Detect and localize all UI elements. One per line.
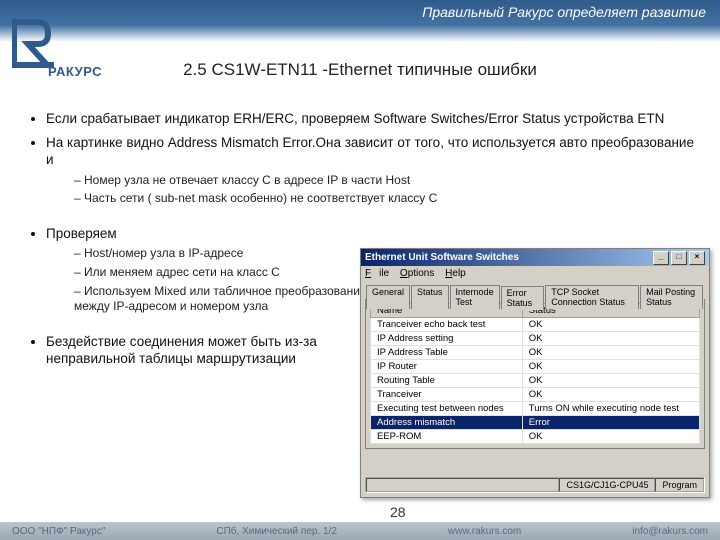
brand-text: РАКУРС [48,64,102,79]
tab-general[interactable]: General [366,285,410,309]
page-number: 28 [390,504,406,520]
table-row[interactable]: Tranceiver echo back testOK [371,318,700,332]
footer-address: СПб, Химический пер. 1/2 [216,526,337,537]
tab-mail-posting-status[interactable]: Mail Posting Status [640,285,703,309]
bullet-3: Проверяем Host/номер узла в IP-адресе Ил… [46,225,386,315]
dialog-menubar: File Options Help [361,266,709,281]
tab-panel: GeneralStatusInternode TestError StatusT… [365,299,705,449]
table-row[interactable]: EEP-ROMOK [371,430,700,444]
dialog-title: Ethernet Unit Software Switches [365,249,519,266]
bullet-3-sub-3: Используем Mixed или табличное преобразо… [74,284,386,315]
bullet-2-sub-2: Часть сети ( sub-net mask особенно) не с… [74,191,696,207]
tab-error-status[interactable]: Error Status [501,286,545,310]
software-switches-dialog: Ethernet Unit Software Switches _ □ × Fi… [360,248,710,498]
footer-company: ООО "НПФ" Ракурс" [12,526,105,537]
status-mode: Program [655,478,704,492]
header-bar: Правильный Ракурс определяет развитие [0,0,720,42]
dialog-statusbar: CS1G/CJ1G-CPU45 Program [365,477,705,493]
table-row[interactable]: TranceiverOK [371,388,700,402]
maximize-button[interactable]: □ [671,251,687,265]
table-row[interactable]: IP Address settingOK [371,332,700,346]
status-device: CS1G/CJ1G-CPU45 [559,478,655,492]
bullet-1: Если срабатывает индикатор ERH/ERC, пров… [46,110,696,128]
bullet-2: На картинке видно Address Mismatch Error… [46,134,696,207]
error-status-grid[interactable]: Name Status Tranceiver echo back testOKI… [370,303,700,444]
bullet-2-sub-1: Номер узла не отвечает классу С в адресе… [74,173,696,189]
table-row[interactable]: Address mismatchError [371,416,700,430]
menu-file[interactable]: File [365,268,389,279]
tab-status[interactable]: Status [411,285,449,309]
company-logo [12,16,54,68]
table-row[interactable]: IP RouterOK [371,360,700,374]
footer-email: info@rakurs.com [632,526,708,537]
footer-bar: ООО "НПФ" Ракурс" СПб, Химический пер. 1… [0,522,720,540]
slogan: Правильный Ракурс определяет развитие [422,4,706,20]
menu-options[interactable]: Options [400,268,434,279]
bullet-4: Бездействие соединения может быть из-за … [46,333,386,368]
bullet-3-sub-1: Host/номер узла в IP-адресе [74,246,386,262]
table-row[interactable]: Routing TableOK [371,374,700,388]
bullet-3-sub-2: Или меняем адрес сети на класс С [74,265,386,281]
page-title: 2.5 CS1W-ETN11 -Ethernet типичные ошибки [0,60,720,80]
tab-internode-test[interactable]: Internode Test [450,285,500,309]
minimize-button[interactable]: _ [653,251,669,265]
close-button[interactable]: × [689,251,705,265]
status-empty [366,478,559,492]
table-row[interactable]: Executing test between nodesTurns ON whi… [371,402,700,416]
table-row[interactable]: IP Address TableOK [371,346,700,360]
footer-url: www.rakurs.com [448,526,521,537]
dialog-titlebar[interactable]: Ethernet Unit Software Switches _ □ × [361,249,709,266]
tab-tcp-socket-connection-status[interactable]: TCP Socket Connection Status [545,285,639,309]
menu-help[interactable]: Help [445,268,466,279]
